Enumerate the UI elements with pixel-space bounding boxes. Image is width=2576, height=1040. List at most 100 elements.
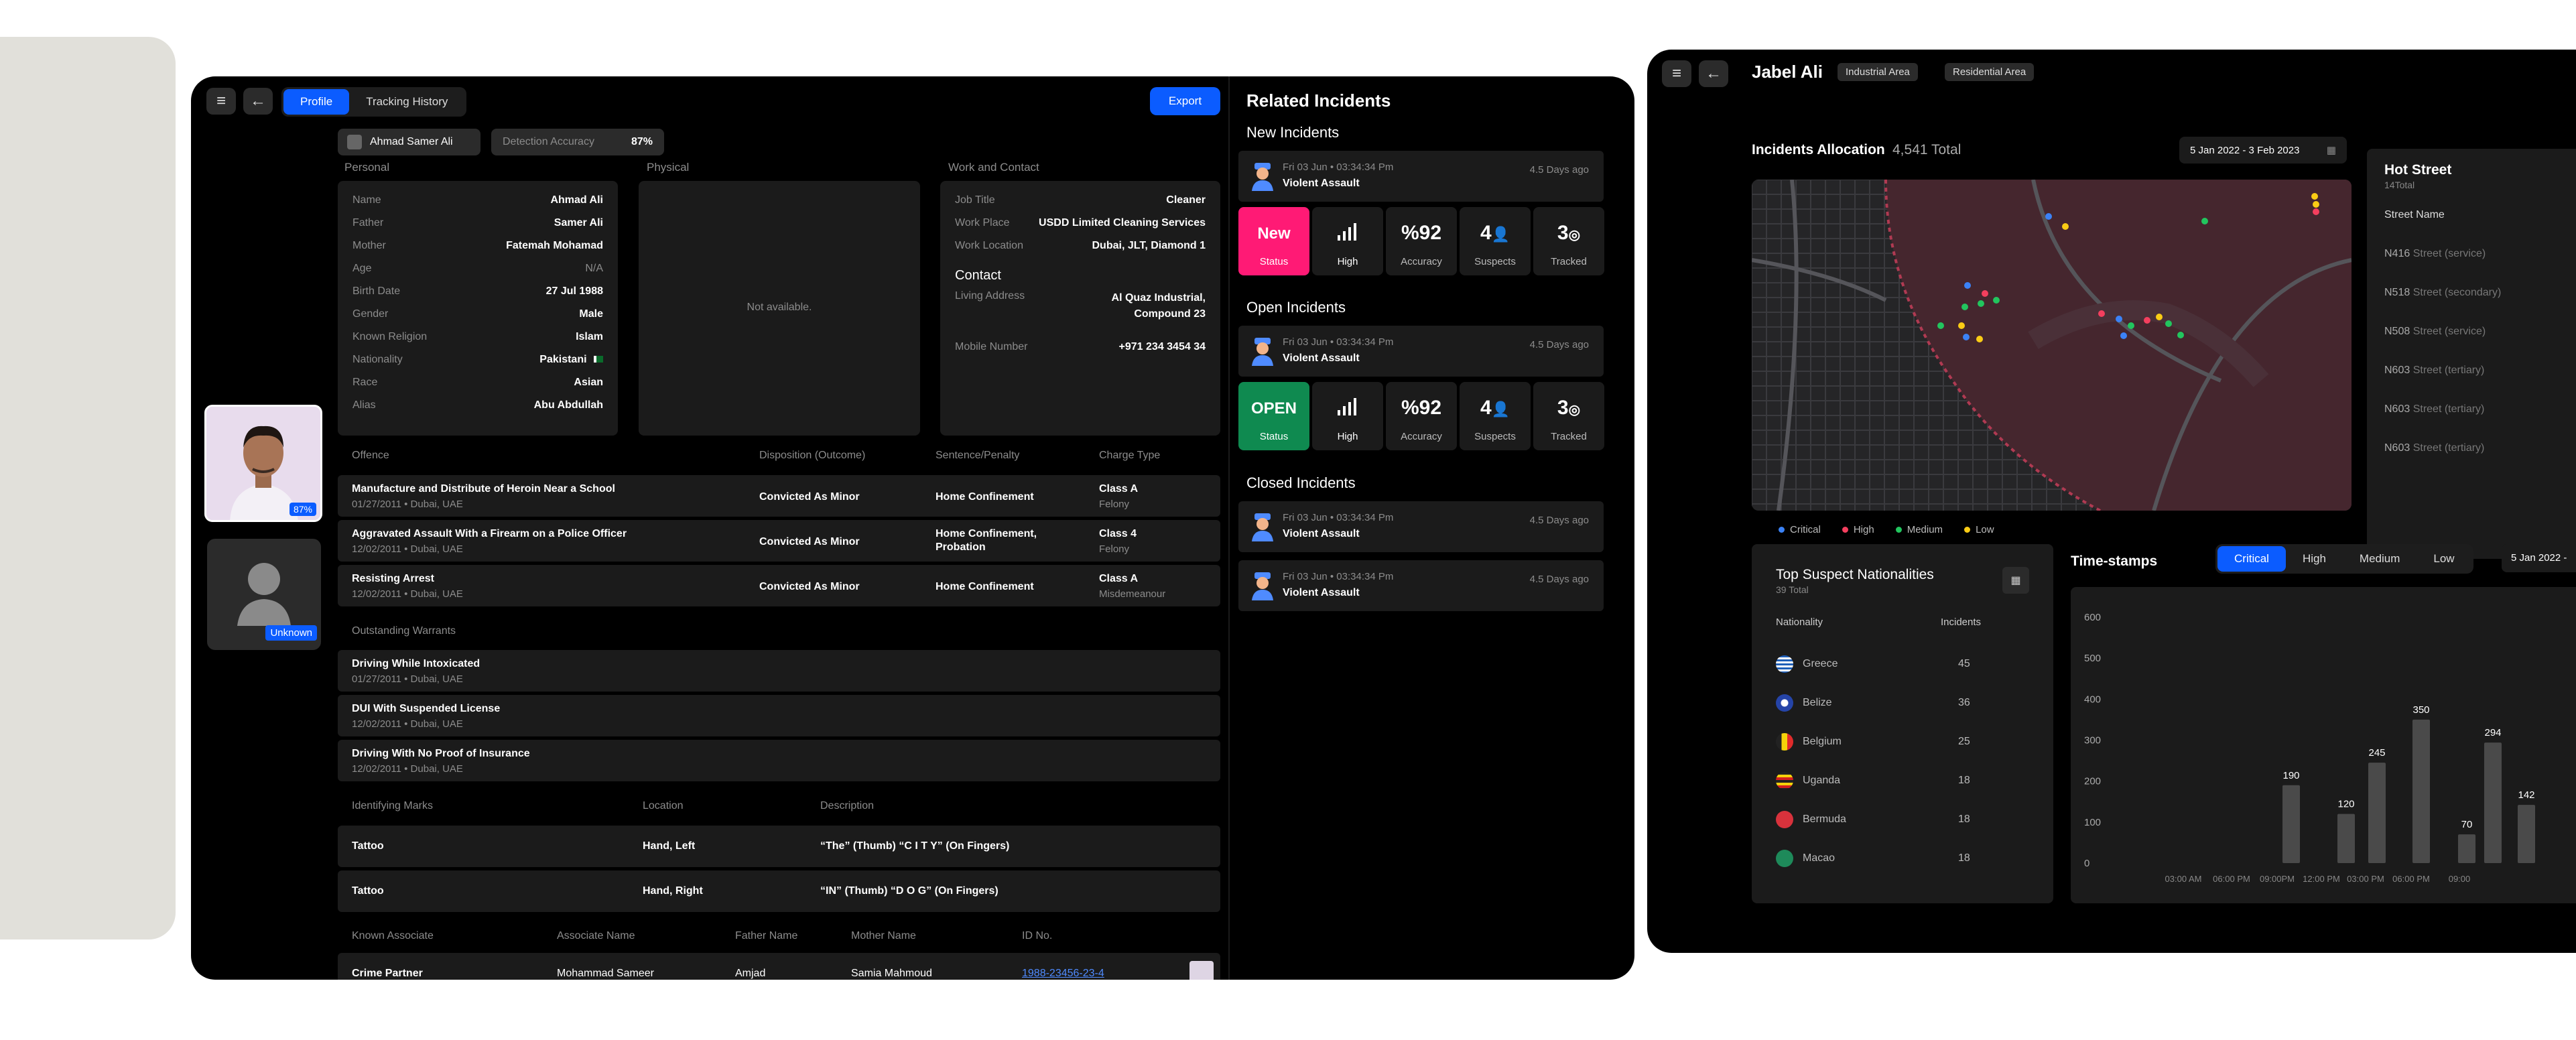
warrant-row[interactable]: Driving With No Proof of Insurance 12/02… (338, 740, 1220, 781)
person-name-chip: Ahmad Samer Ali (338, 129, 480, 155)
area-tag[interactable]: Industrial Area (1838, 63, 1918, 81)
offence-row[interactable]: Aggravated Assault With a Firearm on a P… (338, 520, 1220, 562)
suspect-photo[interactable]: 87% (204, 405, 322, 522)
unknown-photo[interactable]: Unknown (207, 539, 321, 650)
living-address-value: Al Quaz Industrial, Compound 23 (1111, 292, 1206, 320)
menu-icon: ≡ (216, 92, 226, 110)
street-row[interactable]: N603 Street (tertiary) (2384, 403, 2484, 415)
bar-value-label: 245 (2368, 747, 2385, 759)
incident-marker[interactable] (1993, 297, 2000, 304)
incident-marker[interactable] (2311, 193, 2318, 200)
y-tick-label: 100 (2084, 817, 2101, 828)
nationality-row[interactable]: Macao 18 (1776, 839, 2017, 878)
x-tick-label: 06:00 PM (2392, 874, 2430, 884)
back-button[interactable]: ← (243, 88, 273, 115)
street-row[interactable]: N416 Street (service) (2384, 248, 2486, 260)
incident-marker[interactable] (2045, 213, 2052, 220)
mobile-value: +971 234 3454 34 (1118, 341, 1206, 352)
incident-card-open[interactable]: Fri 03 Jun • 03:34:34 Pm Violent Assault… (1238, 326, 1604, 377)
incident-marker[interactable] (2144, 317, 2150, 324)
timestamps-date-picker[interactable]: 5 Jan 2022 - (2502, 544, 2576, 572)
tab-high[interactable]: High (2286, 546, 2343, 572)
marks-description-header: Description (820, 800, 875, 811)
incident-marker[interactable] (2201, 218, 2208, 224)
incident-marker[interactable] (1963, 334, 1970, 340)
x-tick-label: 09:00PM (2260, 874, 2295, 884)
incident-marker[interactable] (2116, 316, 2122, 322)
tab-critical[interactable]: Critical (2217, 546, 2286, 572)
accuracy-tile: %92 Accuracy (1386, 207, 1457, 275)
mark-row[interactable]: Tattoo Hand, Left “The” (Thumb) “C I T Y… (338, 826, 1220, 867)
open-incident-stats: OPEN Status High %92 Accuracy 4👤 Suspect… (1238, 382, 1604, 450)
y-tick-label: 200 (2084, 776, 2101, 787)
incident-marker[interactable] (2120, 332, 2127, 339)
chart-bar (2337, 814, 2355, 863)
street-row[interactable]: N508 Street (service) (2384, 326, 2486, 338)
menu-button[interactable]: ≡ (206, 88, 236, 115)
calendar-icon: ▦ (2326, 145, 2336, 156)
incident-marker[interactable] (2156, 314, 2163, 320)
new-incidents-label: New Incidents (1246, 124, 1340, 141)
status-new-tile[interactable]: New Status (1238, 207, 1309, 275)
belize-flag-icon (1776, 694, 1793, 712)
incident-marker[interactable] (1961, 304, 1968, 310)
incident-marker[interactable] (2177, 332, 2184, 338)
incident-marker[interactable] (2098, 310, 2105, 317)
y-tick-label: 300 (2084, 735, 2101, 746)
work-location-value: Dubai, JLT, Diamond 1 (1092, 240, 1206, 251)
incident-marker[interactable] (1982, 290, 1988, 297)
allocation-total: 4,541 Total (1892, 142, 1961, 157)
nationality-row[interactable]: Bermuda 18 (1776, 800, 2017, 839)
legend-low: Low (1964, 524, 1994, 535)
father-name-header: Father Name (735, 930, 798, 941)
export-button[interactable]: Export (1150, 87, 1220, 115)
street-row[interactable]: N603 Street (tertiary) (2384, 365, 2484, 377)
warrant-row[interactable]: DUI With Suspended License 12/02/2011 • … (338, 695, 1220, 736)
y-tick-label: 500 (2084, 653, 2101, 664)
incident-card-closed[interactable]: Fri 03 Jun • 03:34:34 Pm Violent Assault… (1238, 560, 1604, 611)
associate-id-link[interactable]: 1988-23456-23-4 (1022, 968, 1104, 980)
incident-marker[interactable] (1937, 322, 1944, 329)
incident-marker[interactable] (2062, 223, 2069, 230)
area-tag[interactable]: Residential Area (1945, 63, 2035, 81)
hot-street-title: Hot Street (2384, 162, 2452, 178)
nationality-row[interactable]: Belize 36 (1776, 684, 2017, 722)
closed-incidents-label: Closed Incidents (1246, 474, 1356, 491)
mark-row[interactable]: Tattoo Hand, Right “IN” (Thumb) “D O G” … (338, 870, 1220, 912)
offence-row[interactable]: Resisting Arrest 12/02/2011 • Dubai, UAE… (338, 565, 1220, 606)
tab-low[interactable]: Low (2417, 546, 2471, 572)
incident-marker[interactable] (1958, 322, 1965, 329)
nationalities-total: 39 Total (1776, 584, 1809, 595)
associate-row[interactable]: Crime Partner Mohammad Sameer Amjad Sami… (338, 953, 1220, 980)
calendar-button[interactable]: ▦ (2002, 567, 2029, 594)
offence-row[interactable]: Manufacture and Distribute of Heroin Nea… (338, 475, 1220, 517)
incident-map[interactable] (1752, 180, 2352, 511)
chart-bar (2484, 742, 2502, 863)
street-row[interactable]: N518 Street (secondary) (2384, 287, 2501, 299)
date-range-picker[interactable]: 5 Jan 2022 - 3 Feb 2023 ▦ (2179, 137, 2347, 164)
incident-marker[interactable] (2128, 322, 2134, 329)
tab-medium[interactable]: Medium (2343, 546, 2417, 572)
incident-marker[interactable] (1978, 300, 1984, 307)
incident-marker[interactable] (1964, 282, 1971, 289)
incident-card-new[interactable]: Fri 03 Jun • 03:34:34 Pm Violent Assault… (1238, 151, 1604, 202)
map-legend: Critical High Medium Low (1752, 515, 2352, 544)
tab-tracking-history[interactable]: Tracking History (349, 89, 464, 115)
incident-card-closed[interactable]: Fri 03 Jun • 03:34:34 Pm Violent Assault… (1238, 501, 1604, 552)
marks-header: Identifying Marks (352, 800, 433, 811)
incident-marker[interactable] (2313, 201, 2319, 208)
nationality-row[interactable]: Uganda 18 (1776, 761, 2017, 800)
nationality-row[interactable]: Greece 45 (1776, 645, 2017, 684)
status-open-tile[interactable]: OPEN Status (1238, 382, 1309, 450)
legend-high: High (1842, 524, 1874, 535)
back-button[interactable]: ← (1699, 60, 1728, 87)
nationality-row[interactable]: Belgium 25 (1776, 722, 2017, 761)
incident-marker[interactable] (2165, 320, 2172, 327)
associate-avatar[interactable] (1189, 961, 1214, 980)
menu-button[interactable]: ≡ (1662, 60, 1691, 87)
tab-profile[interactable]: Profile (283, 89, 350, 115)
street-row[interactable]: N603 Street (tertiary) (2384, 442, 2484, 454)
incident-marker[interactable] (2313, 208, 2319, 215)
warrant-row[interactable]: Driving While Intoxicated 01/27/2011 • D… (338, 650, 1220, 692)
incident-marker[interactable] (1976, 336, 1983, 342)
